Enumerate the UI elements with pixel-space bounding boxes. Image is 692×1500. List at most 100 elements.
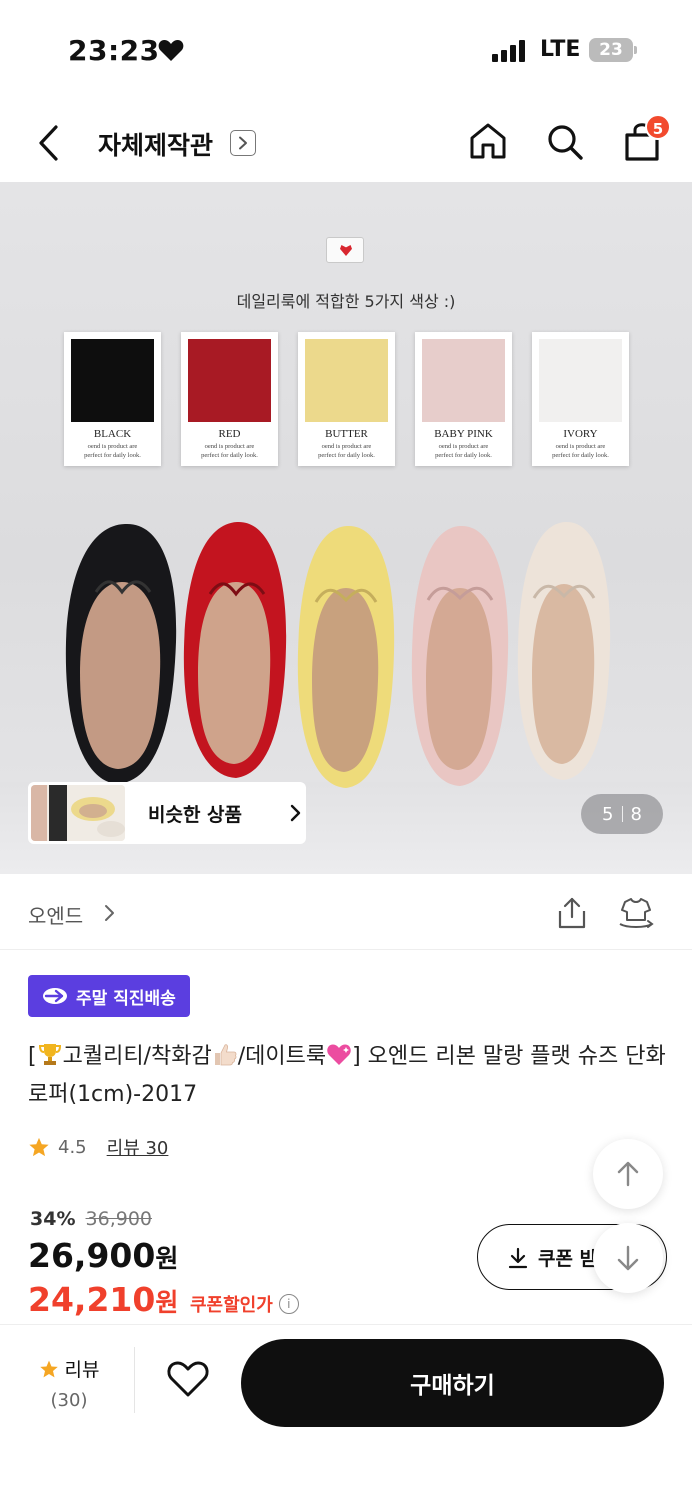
color-swatch: BABY PINK oend is product are perfect for… — [415, 332, 512, 466]
status-time: 23:23 — [68, 34, 160, 67]
share-icon[interactable] — [556, 896, 588, 930]
coupon-price-label-row: 쿠폰할인가 i — [190, 1291, 299, 1317]
price-unit: 원 — [155, 1288, 179, 1317]
swatch-desc: perfect for daily look. — [318, 452, 375, 459]
star-icon — [39, 1360, 58, 1377]
swatch-chip — [305, 339, 388, 422]
divider — [134, 1347, 135, 1413]
love-letter-icon — [326, 237, 364, 263]
bottom-action-bar: 리뷰 (30) 구매하기 — [0, 1324, 692, 1500]
discount-row: 34% 36,900 — [30, 1208, 152, 1230]
status-bar: 23:23 LTE 23 — [0, 0, 692, 100]
delivery-tag: 주말 직진배송 — [28, 975, 190, 1017]
search-icon[interactable] — [545, 122, 585, 162]
counter-divider — [621, 806, 623, 822]
swatch-desc: perfect for daily look. — [201, 452, 258, 459]
product-title-part: 고퀄리티/착화감 — [62, 1044, 212, 1069]
coupon-price-label: 쿠폰할인가 — [190, 1295, 273, 1316]
sale-price-value: 26,900 — [28, 1236, 156, 1275]
heart-icon — [158, 40, 184, 61]
shoes-illustration — [65, 521, 611, 788]
color-swatch: BUTTER oend is product are perfect for da… — [298, 332, 395, 466]
download-icon — [508, 1247, 528, 1268]
image-page-counter: 5 8 — [581, 794, 663, 834]
swatch-desc: perfect for daily look. — [435, 452, 492, 459]
swatch-desc: perfect for daily look. — [552, 452, 609, 459]
swatch-name: RED — [218, 428, 241, 440]
color-swatch: RED oend is product are perfect for daily… — [181, 332, 278, 466]
product-image-carousel[interactable]: 데일리룩에 적합한 5가지 색상 :) BLACK oend is produc… — [0, 182, 692, 874]
butter-shoe — [297, 525, 395, 788]
image-total: 8 — [630, 803, 642, 825]
chevron-right-icon[interactable] — [104, 904, 116, 922]
product-title-part: /데이트룩 — [237, 1044, 327, 1069]
rating-row: 4.5 리뷰 30 — [28, 1134, 168, 1160]
page-title[interactable]: 자체제작관 — [98, 126, 213, 162]
sale-price: 26,900원 — [28, 1236, 178, 1275]
swatch-name: BABY PINK — [434, 428, 493, 440]
product-title-part: [ — [28, 1044, 37, 1069]
image-caption: 데일리룩에 적합한 5가지 색상 :) — [236, 292, 456, 311]
scroll-to-top-button[interactable] — [593, 1139, 663, 1209]
red-shoe — [183, 521, 287, 778]
trophy-icon — [38, 1044, 61, 1065]
brand-link[interactable]: 오엔드 — [28, 900, 83, 929]
thumbs-up-icon — [214, 1044, 237, 1066]
swatch-desc: oend is product are — [438, 443, 489, 450]
swatch-chip — [539, 339, 622, 422]
arrow-down-icon — [617, 1245, 639, 1271]
delivery-tag-label: 주말 직진배송 — [76, 988, 176, 1009]
price-unit: 원 — [155, 1244, 179, 1273]
review-shortcut[interactable]: 리뷰 (30) — [34, 1355, 104, 1411]
cart-count-badge: 5 — [645, 114, 671, 140]
swatch-desc: oend is product are — [204, 443, 255, 450]
color-swatch: IVORY oend is product are perfect for dai… — [532, 332, 629, 466]
ivory-shoe — [517, 521, 611, 780]
swatch-desc: oend is product are — [555, 443, 606, 450]
similar-products-label: 비슷한 상품 — [148, 804, 243, 826]
virtual-fitting-icon[interactable] — [617, 896, 655, 930]
color-swatch: BLACK oend is product are perfect for dai… — [64, 332, 161, 466]
swatch-chip — [422, 339, 505, 422]
product-title: [고퀄리티/착화감/데이트룩] 오엔드 리본 말랑 플랫 슈즈 단화 로퍼(1c… — [28, 1038, 668, 1114]
swatch-desc: oend is product are — [321, 443, 372, 450]
brand-row: 오엔드 — [0, 874, 692, 950]
coupon-price: 24,210원 — [28, 1280, 178, 1319]
black-shoe — [65, 523, 177, 784]
top-nav: 자체제작관 5 — [0, 100, 692, 182]
similar-products-button[interactable]: 비슷한 상품 — [28, 782, 306, 844]
network-label: LTE — [540, 37, 581, 62]
heart-outline-icon[interactable] — [166, 1359, 210, 1399]
arrow-up-icon — [617, 1161, 639, 1187]
swatch-desc: oend is product are — [87, 443, 138, 450]
back-arrow-icon[interactable] — [34, 124, 64, 162]
coupon-price-value: 24,210 — [28, 1280, 156, 1319]
star-icon — [29, 1137, 49, 1157]
signal-icon — [492, 40, 525, 62]
chevron-right-icon[interactable] — [230, 130, 256, 156]
color-swatch-row: BLACK oend is product are perfect for dai… — [64, 332, 629, 466]
buy-button[interactable]: 구매하기 — [241, 1339, 664, 1427]
coupon-button-label: 쿠폰 받 — [538, 1248, 598, 1270]
review-label: 리뷰 — [64, 1359, 100, 1381]
swatch-name: IVORY — [563, 428, 598, 440]
original-price: 36,900 — [85, 1208, 153, 1230]
swatch-name: BLACK — [93, 428, 132, 440]
info-icon[interactable]: i — [278, 1294, 299, 1314]
similar-products-thumbnail — [31, 785, 125, 841]
fast-delivery-icon — [43, 988, 67, 1004]
swatch-desc: perfect for daily look. — [84, 452, 141, 459]
scroll-to-bottom-button[interactable] — [593, 1223, 663, 1293]
review-count: (30) — [50, 1390, 88, 1411]
battery-tip — [634, 46, 637, 54]
battery-icon: 23 — [589, 38, 633, 62]
discount-percent: 34% — [30, 1208, 76, 1230]
baby-pink-shoe — [411, 525, 509, 786]
sparkling-heart-icon — [327, 1044, 351, 1065]
review-count-link[interactable]: 리뷰 30 — [107, 1134, 169, 1160]
chevron-right-icon — [290, 804, 301, 822]
swatch-chip — [188, 339, 271, 422]
home-icon[interactable] — [468, 121, 508, 161]
image-index: 5 — [602, 803, 614, 825]
swatch-name: BUTTER — [325, 428, 368, 440]
